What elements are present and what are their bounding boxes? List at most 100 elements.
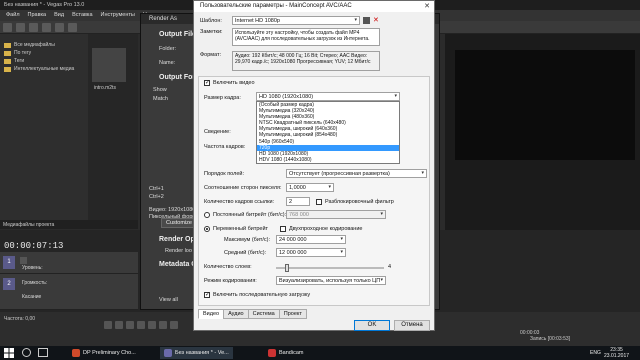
stop-icon[interactable] [148, 321, 156, 329]
deblock-checkbox[interactable] [316, 199, 322, 205]
tree-item-all-media[interactable]: Все медиафайлы [0, 42, 88, 50]
view-all-checkbox[interactable]: View all [159, 297, 178, 303]
field-order-label: Порядок полей: [204, 171, 244, 177]
tab-system[interactable]: Система [247, 309, 280, 319]
tab-video[interactable]: Видео [198, 309, 225, 319]
taskbar-item-dp[interactable]: DP Preliminary Cho... [72, 347, 136, 359]
render-options-heading[interactable]: Render Op [159, 236, 195, 243]
properties-icon[interactable] [42, 23, 51, 32]
record-icon[interactable] [104, 321, 112, 329]
chevron-down-icon: ▾ [328, 184, 331, 190]
save-icon[interactable] [29, 23, 38, 32]
task-view-icon[interactable] [38, 348, 48, 357]
render-loop-checkbox[interactable]: Render loo [165, 248, 192, 254]
tab-audio[interactable]: Аудио [223, 309, 249, 319]
slices-slider-track[interactable] [276, 267, 384, 269]
progressive-download-label: Включить последовательную загрузку [213, 292, 311, 298]
ok-button[interactable]: OK [354, 320, 390, 331]
menu-tools[interactable]: Инструменты [101, 12, 135, 19]
taskbar-clock[interactable]: 23:35 23.01.2017 [604, 347, 629, 359]
frame-size-dropdown: (Особый размер кадра) Мультимедиа (320x2… [256, 101, 400, 164]
media-thumbnail[interactable] [92, 48, 126, 82]
tab-project-media[interactable]: Медиафайлы проекта [0, 220, 138, 229]
loop-icon[interactable] [115, 321, 123, 329]
match-filter[interactable]: Match [153, 96, 168, 102]
search-icon[interactable] [22, 348, 31, 357]
track-header[interactable]: 1 Уровень: [0, 252, 138, 274]
pixel-aspect-combo[interactable]: 1,0000 ▾ [286, 183, 334, 192]
menu-insert[interactable]: Вставка [72, 12, 92, 19]
notes-field[interactable]: Используйте эту настройку, чтобы создать… [232, 28, 380, 46]
slices-value: 4 [388, 264, 392, 270]
track-label: Касание [22, 294, 42, 300]
windows-start-icon[interactable] [4, 348, 14, 358]
metadata-heading[interactable]: Metadata O [159, 261, 197, 268]
ctrl2-shortcut: Ctrl+2 [149, 194, 164, 200]
deblock-label: Разблокировочный фильтр [325, 199, 394, 205]
close-icon[interactable]: ✕ [424, 2, 430, 10]
chevron-down-icon: ▾ [421, 170, 424, 176]
format-field: Аудио: 192 Кбит/с; 48 000 Гц; 16 Bit; Ст… [232, 51, 380, 71]
play-icon[interactable] [126, 321, 134, 329]
dialog-tabs: Видео Аудио Система Проект [198, 309, 307, 319]
frame-size-option[interactable]: HDV 1080 (1440x1080) [257, 157, 399, 163]
field-order-combo[interactable]: Отсутствует (прогрессивная развертка) ▾ [286, 169, 427, 178]
dialog-title: Пользовательские параметры - MainConcept… [194, 1, 434, 12]
avg-bitrate-label: Средний (бит/с): [224, 250, 267, 256]
chevron-down-icon: ▾ [394, 93, 397, 99]
show-filter[interactable]: Show [153, 87, 167, 93]
playback-rate: Частота: 0,00 [4, 316, 36, 322]
avg-bitrate-combo[interactable]: 12 000 000 ▾ [276, 248, 346, 257]
progressive-download-checkbox[interactable] [204, 291, 210, 298]
max-bitrate-label: Максимум (бит/с): [224, 237, 271, 243]
language-indicator[interactable]: ENG [590, 350, 601, 356]
folder-icon [4, 51, 11, 56]
cancel-button[interactable]: Отмена [394, 320, 430, 331]
include-video-checkbox[interactable] [204, 79, 210, 86]
vbr-radio[interactable] [204, 226, 210, 232]
media-file-name: intro.m2ts [94, 85, 116, 91]
chevron-down-icon: ▾ [380, 211, 383, 217]
template-label: Шаблон: [200, 18, 222, 24]
encode-mode-combo[interactable]: Визуализировать, используя только ЦП ▾ [276, 276, 386, 285]
output-file-heading[interactable]: Output File [159, 31, 196, 38]
tree-item-by-tag[interactable]: По тегу [0, 50, 88, 58]
menu-file[interactable]: Файл [6, 12, 20, 19]
next-frame-icon[interactable] [170, 321, 178, 329]
chevron-down-icon: ▾ [354, 17, 357, 23]
menu-view[interactable]: Вид [54, 12, 64, 19]
mute-icon[interactable] [20, 257, 27, 264]
notes-label: Заметки: [200, 29, 223, 35]
cbr-label: Постоянный битрейт (бит/с): [213, 212, 287, 218]
taskbar-item-bandicam[interactable]: Bandicam [268, 347, 303, 359]
timeline-timecode: 00:00:07:13 [4, 241, 64, 251]
template-combo[interactable]: Internet HD 1080p ▾ [232, 16, 360, 25]
open-icon[interactable] [16, 23, 25, 32]
max-bitrate-combo[interactable]: 24 000 000 ▾ [276, 235, 346, 244]
info-label: Сведение: [204, 129, 231, 135]
menu-edit[interactable]: Правка [28, 12, 47, 19]
render-icon[interactable] [55, 23, 64, 32]
slices-slider-thumb[interactable] [284, 264, 289, 272]
pause-icon[interactable] [137, 321, 145, 329]
new-icon[interactable] [3, 23, 12, 32]
prev-frame-icon[interactable] [159, 321, 167, 329]
app-icon [268, 349, 276, 357]
record-status: Запись [00:03:53] [530, 336, 571, 342]
cbr-radio[interactable] [204, 212, 210, 218]
ref-frames-input[interactable]: 2 [286, 197, 310, 206]
tab-project[interactable]: Проект [278, 309, 307, 319]
undo-icon[interactable] [68, 23, 77, 32]
two-pass-label: Двухпроходное кодирование [289, 226, 363, 232]
tree-item-smart-media[interactable]: Интеллектуальные медиа [0, 66, 88, 74]
two-pass-checkbox[interactable] [280, 226, 286, 232]
cbr-combo[interactable]: 768 000 ▾ [286, 210, 386, 219]
video-preview [455, 50, 635, 160]
customize-button[interactable]: Customize [161, 218, 197, 228]
delete-template-icon[interactable]: ✕ [373, 17, 380, 24]
save-template-icon[interactable] [363, 17, 370, 24]
track-header[interactable]: Касание [0, 290, 138, 310]
frame-size-combo[interactable]: HD 1080 (1920x1080) ▾ [256, 92, 400, 101]
taskbar-item-vegas[interactable]: Без названия * - Ve... [160, 347, 233, 359]
tree-item-tags[interactable]: Теги [0, 58, 88, 66]
